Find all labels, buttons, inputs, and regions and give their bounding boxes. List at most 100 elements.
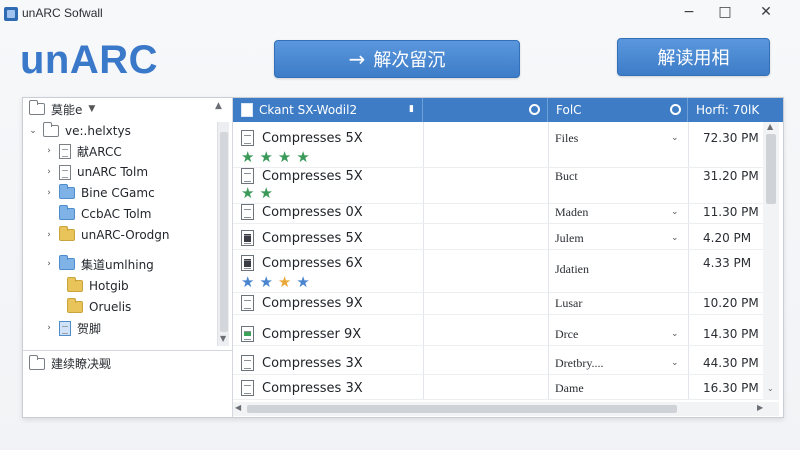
file-name-cell: Compresses 5X [241, 126, 363, 150]
file-list-horizontal-scrollbar[interactable]: ◀ ▶ [233, 402, 779, 416]
document-icon [59, 164, 71, 180]
chevron-down-icon[interactable]: ⌄ [671, 322, 679, 346]
column-header-type[interactable]: FolC [548, 98, 688, 122]
file-icon [241, 255, 254, 271]
column-header-time[interactable]: Horfi: 70lK [688, 98, 783, 122]
decompress-button[interactable]: 解读用相 [617, 38, 770, 76]
chevron-down-icon[interactable]: ⌄ [671, 351, 679, 375]
folder-icon [43, 122, 59, 137]
chevron-down-icon[interactable]: ⌄ [671, 200, 679, 224]
refresh-icon[interactable] [670, 104, 681, 115]
file-name: Compresses 5X [262, 130, 363, 146]
tree-item[interactable]: Hotgib [67, 276, 129, 296]
tree-item-label: Bine CGamc [81, 186, 155, 200]
rating-stars: ★ ★ [241, 184, 273, 202]
star-icon: ★ [241, 273, 255, 291]
file-name-cell: Compresses 9X [241, 291, 363, 315]
file-name: Compresses 5X [262, 168, 363, 184]
chevron-down-icon[interactable]: ⌄ [671, 226, 679, 250]
tree-item[interactable]: › 集道umlhing [45, 254, 154, 274]
maximize-button[interactable]: □ [710, 2, 740, 22]
table-row[interactable]: Compresses 5X ★ ★ ★ ★ Files ⌄ 72.30 PM [233, 126, 763, 168]
tree-item[interactable]: CcbAC Tolm [45, 204, 151, 224]
file-name-cell: Compresses 3X [241, 351, 363, 375]
horizontal-scroll-thumb[interactable] [247, 405, 677, 413]
file-type: Julem [555, 230, 584, 245]
file-time: 14.30 PM [703, 327, 759, 341]
table-row[interactable]: Compresses 0X Maden ⌄ 11.30 PM [233, 200, 763, 224]
scroll-down-arrow-icon[interactable]: ▼ [220, 334, 226, 343]
column-header-blank[interactable] [423, 98, 548, 122]
scroll-down-arrow-icon[interactable]: ⌄ [767, 384, 774, 393]
chevron-down-icon[interactable]: ▼ [88, 104, 95, 114]
tree-header-label: 莫能e [51, 102, 83, 117]
tree-item[interactable]: Oruelis [67, 297, 131, 317]
file-name-cell: Compresses 0X [241, 200, 363, 224]
file-name: Compresses 9X [262, 295, 363, 311]
chevron-right-icon[interactable]: › [45, 323, 53, 333]
table-row[interactable]: Compresses 6X ★ ★ ★ ★ Jdatien 4.33 PM [233, 251, 763, 293]
file-time: 4.20 PM [703, 231, 752, 245]
column-header-type-label: FolC [556, 103, 582, 117]
document-icon [59, 320, 71, 336]
minimize-button[interactable]: − [674, 2, 704, 22]
file-icon [241, 204, 254, 220]
table-row[interactable]: Compresses 3X Dretbry.... ⌄ 44.30 PM [233, 351, 763, 375]
tree-item[interactable]: › unARC-Orodgn [45, 225, 170, 245]
tree-item-label: 献ARCC [77, 144, 122, 159]
decompress-button-label: 解读用相 [657, 48, 730, 69]
tree-item-label: unARC Tolm [77, 165, 149, 179]
file-time: 31.20 PM [703, 169, 759, 183]
file-type: Lusar [555, 295, 583, 310]
column-header-time-label: Horfi: 70lK [696, 103, 760, 117]
file-name-cell: Compresses 5X [241, 226, 363, 250]
file-icon [241, 380, 254, 396]
tree-item[interactable]: › unARC Tolm [45, 162, 148, 182]
extract-button[interactable]: → 解次留沉 [274, 40, 520, 78]
window-title: unARC Sofwall [22, 6, 103, 20]
table-row[interactable]: Compresses 5X ★ ★ Buct 31.20 PM [233, 164, 763, 204]
chevron-right-icon[interactable]: › [45, 167, 53, 177]
scroll-up-arrow-icon[interactable]: ▲ [767, 122, 773, 131]
column-header-name-label: Ckant SX-Wodil2 [259, 103, 358, 117]
star-icon: ★ [241, 148, 255, 166]
file-name-cell: Compresses 6X [241, 251, 363, 275]
document-icon [59, 143, 71, 159]
table-row[interactable]: Compresses 5X Julem ⌄ 4.20 PM [233, 226, 763, 250]
vertical-scroll-thumb[interactable] [766, 134, 776, 204]
file-list-vertical-scrollbar[interactable]: ▲ ⌄ [763, 122, 779, 400]
tree-item[interactable]: › 献ARCC [45, 141, 122, 161]
chevron-down-icon[interactable]: ⌄ [671, 126, 679, 150]
tree-item[interactable]: ⌄ ve:.helxtys [29, 121, 131, 141]
tree-item-label: unARC-Orodgn [81, 228, 170, 242]
table-row[interactable]: Compresser 9X Drce ⌄ 14.30 PM [233, 322, 763, 346]
column-marker-icon: ▮ [409, 104, 414, 114]
table-row[interactable]: Compresses 3X Dame 16.30 PM [233, 376, 763, 400]
chevron-right-icon[interactable]: › [45, 230, 53, 240]
tree-item[interactable]: › 贺脚 [45, 318, 101, 338]
scroll-up-arrow-icon[interactable]: ▲ [215, 101, 222, 111]
star-icon: ★ [296, 148, 310, 166]
file-icon [241, 295, 254, 311]
scroll-right-arrow-icon[interactable]: ▶ [757, 403, 763, 412]
scroll-left-arrow-icon[interactable]: ◀ [235, 403, 241, 412]
chevron-right-icon[interactable]: › [45, 259, 53, 269]
tree-scrollbar[interactable]: ▼ [217, 122, 229, 346]
chevron-right-icon[interactable]: › [45, 146, 53, 156]
star-icon: ★ [259, 184, 273, 202]
file-name-cell: Compresser 9X [241, 322, 361, 346]
column-header-name[interactable]: Ckant SX-Wodil2 ▮ [233, 98, 423, 122]
folder-icon [67, 277, 83, 292]
tree-scroll-thumb[interactable] [220, 132, 228, 332]
tree-footer[interactable]: 建续瞭决觋 [23, 350, 233, 376]
tree-header[interactable]: 莫能e ▼ ▲ [23, 98, 233, 120]
table-row[interactable]: Compresses 9X Lusar 10.20 PM [233, 291, 763, 315]
tree-item[interactable]: › Bine CGamc [45, 183, 155, 203]
tree-footer-label: 建续瞭决觋 [51, 357, 112, 371]
chevron-right-icon[interactable]: › [45, 188, 53, 198]
close-button[interactable]: ✕ [751, 2, 781, 22]
refresh-icon[interactable] [529, 104, 540, 115]
file-icon [241, 130, 254, 146]
chevron-down-icon[interactable]: ⌄ [29, 126, 37, 136]
app-icon [4, 7, 18, 21]
